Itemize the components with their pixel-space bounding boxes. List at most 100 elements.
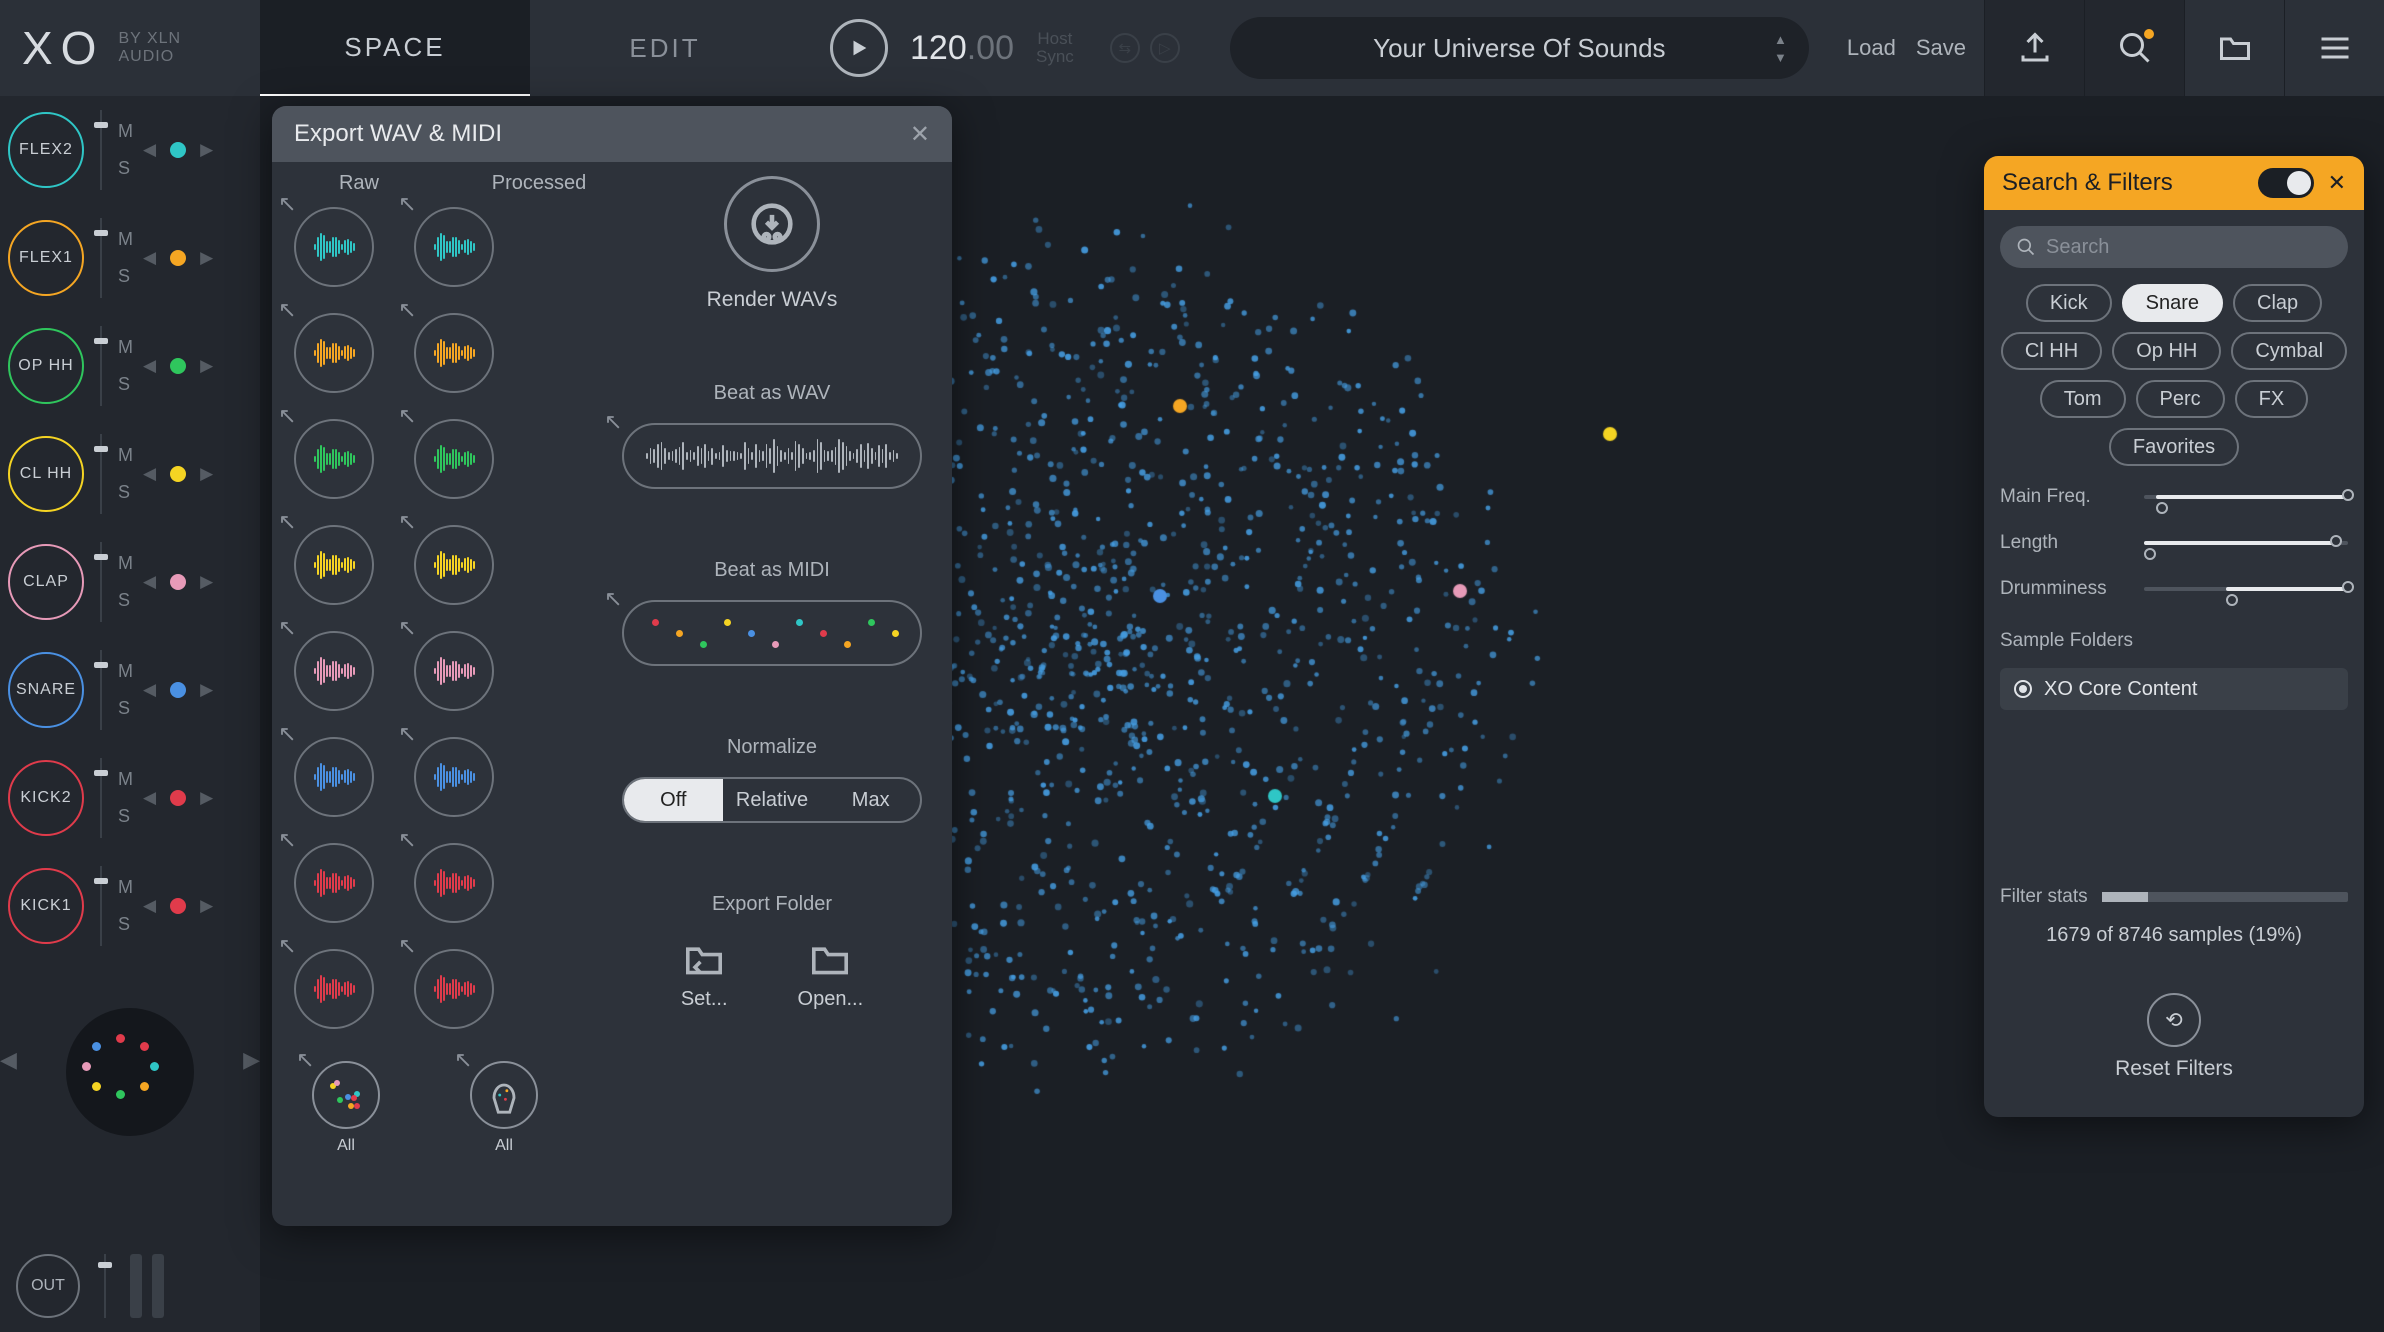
filter-tag-cl-hh[interactable]: Cl HH bbox=[2001, 332, 2102, 370]
load-button[interactable]: Load bbox=[1847, 35, 1896, 61]
cluster-next-icon[interactable]: ▶ bbox=[243, 1047, 260, 1073]
prev-sample-icon[interactable]: ◀ bbox=[143, 248, 156, 268]
export-sample-drag[interactable]: ↖ bbox=[294, 313, 374, 393]
output-fader[interactable] bbox=[98, 1254, 112, 1318]
filter-tag-op-hh[interactable]: Op HH bbox=[2112, 332, 2221, 370]
filter-tag-tom[interactable]: Tom bbox=[2040, 380, 2126, 418]
search-filter-icon[interactable] bbox=[2084, 0, 2184, 96]
mute-button[interactable]: M bbox=[118, 769, 133, 790]
host-play-icon[interactable]: ▷ bbox=[1150, 33, 1180, 63]
channel-ring[interactable]: SNARE bbox=[8, 652, 84, 728]
export-sample-drag[interactable]: ↖ bbox=[294, 631, 374, 711]
export-sample-drag[interactable]: ↖ bbox=[414, 313, 494, 393]
filter-tag-fx[interactable]: FX bbox=[2235, 380, 2309, 418]
channel-fader[interactable] bbox=[94, 326, 108, 406]
next-sample-icon[interactable]: ▶ bbox=[200, 680, 213, 700]
solo-button[interactable]: S bbox=[118, 158, 133, 179]
play-button[interactable] bbox=[830, 19, 888, 77]
prev-sample-icon[interactable]: ◀ bbox=[143, 572, 156, 592]
export-all-raw[interactable]: ↖ All bbox=[312, 1061, 380, 1155]
solo-button[interactable]: S bbox=[118, 806, 133, 827]
set-folder-button[interactable]: Set... bbox=[681, 942, 728, 1011]
export-sample-drag[interactable]: ↖ bbox=[294, 737, 374, 817]
channel-fader[interactable] bbox=[94, 542, 108, 622]
export-sample-drag[interactable]: ↖ bbox=[294, 949, 374, 1029]
prev-sample-icon[interactable]: ◀ bbox=[143, 140, 156, 160]
solo-button[interactable]: S bbox=[118, 590, 133, 611]
close-icon[interactable]: ✕ bbox=[2328, 170, 2346, 196]
normalize-segmented[interactable]: Off Relative Max bbox=[622, 777, 922, 823]
filters-title-bar[interactable]: Search & Filters ✕ bbox=[1984, 156, 2364, 210]
folder-icon[interactable] bbox=[2184, 0, 2284, 96]
render-wavs-button[interactable] bbox=[724, 176, 820, 272]
normalize-relative[interactable]: Relative bbox=[723, 779, 822, 821]
next-sample-icon[interactable]: ▶ bbox=[200, 140, 213, 160]
prev-sample-icon[interactable]: ◀ bbox=[143, 356, 156, 376]
channel-fader[interactable] bbox=[94, 650, 108, 730]
prev-sample-icon[interactable]: ◀ bbox=[143, 464, 156, 484]
export-icon[interactable] bbox=[1984, 0, 2084, 96]
close-icon[interactable]: ✕ bbox=[910, 120, 930, 149]
filter-tag-kick[interactable]: Kick bbox=[2026, 284, 2112, 322]
preset-name[interactable]: Your Universe Of Sounds ▲ ▼ bbox=[1230, 17, 1809, 79]
channel-ring[interactable]: FLEX1 bbox=[8, 220, 84, 296]
channel-ring[interactable]: CL HH bbox=[8, 436, 84, 512]
channel-ring[interactable]: CLAP bbox=[8, 544, 84, 620]
link-icon[interactable]: ⇆ bbox=[1110, 33, 1140, 63]
solo-button[interactable]: S bbox=[118, 482, 133, 503]
output-channel[interactable]: OUT bbox=[16, 1254, 80, 1318]
sample-folder-item[interactable]: XO Core Content bbox=[2000, 668, 2348, 710]
export-title-bar[interactable]: Export WAV & MIDI ✕ bbox=[272, 106, 952, 162]
next-sample-icon[interactable]: ▶ bbox=[200, 464, 213, 484]
channel-fader[interactable] bbox=[94, 866, 108, 946]
prev-sample-icon[interactable]: ◀ bbox=[143, 896, 156, 916]
filters-toggle[interactable] bbox=[2258, 168, 2314, 198]
next-sample-icon[interactable]: ▶ bbox=[200, 248, 213, 268]
channel-fader[interactable] bbox=[94, 110, 108, 190]
open-folder-button[interactable]: Open... bbox=[798, 942, 864, 1011]
cluster-prev-icon[interactable]: ◀ bbox=[0, 1047, 17, 1073]
channel-fader[interactable] bbox=[94, 218, 108, 298]
export-sample-drag[interactable]: ↖ bbox=[414, 207, 494, 287]
length-slider[interactable] bbox=[2144, 528, 2348, 558]
preset-prev-icon[interactable]: ▲ bbox=[1774, 32, 1787, 47]
solo-button[interactable]: S bbox=[118, 266, 133, 287]
filter-tag-perc[interactable]: Perc bbox=[2136, 380, 2225, 418]
export-sample-drag[interactable]: ↖ bbox=[414, 631, 494, 711]
mute-button[interactable]: M bbox=[118, 337, 133, 358]
drumminess-slider[interactable] bbox=[2144, 574, 2348, 604]
tab-space[interactable]: SPACE bbox=[260, 0, 530, 96]
search-input[interactable]: Search bbox=[2000, 226, 2348, 268]
channel-ring[interactable]: KICK2 bbox=[8, 760, 84, 836]
export-sample-drag[interactable]: ↖ bbox=[414, 737, 494, 817]
main-freq-slider[interactable] bbox=[2144, 482, 2348, 512]
channel-ring[interactable]: FLEX2 bbox=[8, 112, 84, 188]
next-sample-icon[interactable]: ▶ bbox=[200, 572, 213, 592]
export-sample-drag[interactable]: ↖ bbox=[414, 525, 494, 605]
filter-tag-favorites[interactable]: Favorites bbox=[2109, 428, 2239, 466]
reset-filters-button[interactable]: ⟲ Reset Filters bbox=[2115, 993, 2233, 1081]
channel-fader[interactable] bbox=[94, 758, 108, 838]
prev-sample-icon[interactable]: ◀ bbox=[143, 788, 156, 808]
prev-sample-icon[interactable]: ◀ bbox=[143, 680, 156, 700]
filter-tag-cymbal[interactable]: Cymbal bbox=[2231, 332, 2347, 370]
sample-cluster-thumbnail[interactable] bbox=[66, 1008, 194, 1136]
mute-button[interactable]: M bbox=[118, 553, 133, 574]
mute-button[interactable]: M bbox=[118, 445, 133, 466]
export-sample-drag[interactable]: ↖ bbox=[294, 843, 374, 923]
save-button[interactable]: Save bbox=[1916, 35, 1966, 61]
next-sample-icon[interactable]: ▶ bbox=[200, 356, 213, 376]
menu-icon[interactable] bbox=[2284, 0, 2384, 96]
filter-tag-clap[interactable]: Clap bbox=[2233, 284, 2322, 322]
tempo-display[interactable]: 120.00 bbox=[910, 29, 1014, 68]
next-sample-icon[interactable]: ▶ bbox=[200, 788, 213, 808]
mute-button[interactable]: M bbox=[118, 661, 133, 682]
normalize-off[interactable]: Off bbox=[624, 779, 723, 821]
channel-ring[interactable]: KICK1 bbox=[8, 868, 84, 944]
solo-button[interactable]: S bbox=[118, 698, 133, 719]
export-sample-drag[interactable]: ↖ bbox=[414, 843, 494, 923]
solo-button[interactable]: S bbox=[118, 374, 133, 395]
normalize-max[interactable]: Max bbox=[821, 779, 920, 821]
export-sample-drag[interactable]: ↖ bbox=[294, 419, 374, 499]
beat-as-wav-drag[interactable]: ↖ bbox=[622, 423, 922, 489]
